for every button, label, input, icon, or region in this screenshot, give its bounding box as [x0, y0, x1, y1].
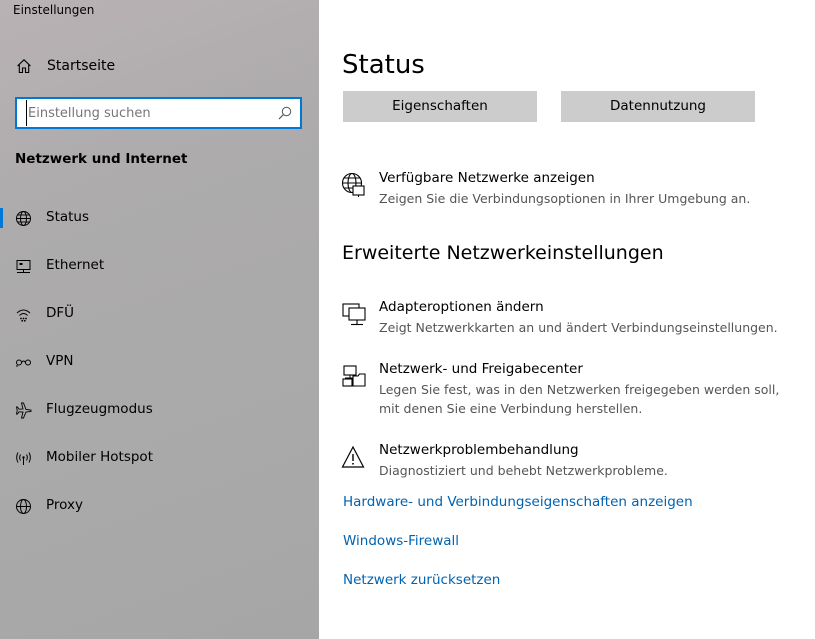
sidebar-item-label: Flugzeugmodus [46, 401, 153, 417]
network-reset-link[interactable]: Netzwerk zurücksetzen [343, 572, 500, 588]
entry-description: Legen Sie fest, was in den Netzwerken fr… [379, 382, 780, 416]
entry-title: Adapteroptionen ändern [379, 299, 544, 315]
selection-indicator [0, 208, 3, 228]
entry-title: Netzwerkproblembehandlung [379, 442, 579, 458]
sidebar-item-label: Mobiler Hotspot [46, 449, 153, 465]
sidebar-item-label: DFÜ [46, 305, 75, 321]
vpn-icon [16, 359, 31, 367]
home-link[interactable]: Startseite [0, 50, 319, 82]
data-usage-button[interactable]: Datennutzung [561, 91, 755, 122]
sidebar-item-ethernet[interactable]: Ethernet [0, 246, 319, 286]
airplane-icon [15, 402, 32, 419]
entry-title: Netzwerk- und Freigabecenter [379, 361, 583, 377]
sidebar-item-vpn[interactable]: VPN [0, 342, 319, 382]
sidebar-item-status[interactable]: Status [0, 198, 319, 238]
sidebar-item-dfu[interactable]: DFÜ [0, 294, 319, 334]
sidebar-item-proxy[interactable]: Proxy [0, 486, 319, 526]
sidebar-item-label: Proxy [46, 497, 83, 513]
search-icon[interactable] [278, 106, 292, 120]
sidebar-item-label: VPN [46, 353, 74, 369]
warning-icon [341, 445, 365, 468]
sidebar-item-label: Status [46, 209, 90, 225]
page-title: Status [342, 50, 425, 80]
entry-description: Zeigen Sie die Verbindungsoptionen in Ih… [379, 191, 751, 206]
search-input[interactable] [26, 100, 276, 126]
sidebar-item-hotspot[interactable]: Mobiler Hotspot [0, 438, 319, 478]
sidebar: Einstellungen Startseite Netzwerk und In… [0, 0, 319, 639]
home-icon [17, 59, 31, 74]
hotspot-icon [16, 452, 31, 465]
sidebar-item-label: Ethernet [46, 257, 105, 273]
advanced-settings-heading: Erweiterte Netzwerkeinstellungen [342, 242, 664, 264]
window-title: Einstellungen [13, 3, 95, 17]
ethernet-icon [16, 260, 31, 273]
globe-network-icon [341, 172, 365, 197]
globe-icon [16, 211, 31, 226]
hardware-properties-link[interactable]: Hardware- und Verbindungseigenschaften a… [343, 494, 693, 510]
globe-icon [16, 499, 31, 514]
search-box[interactable] [15, 97, 302, 129]
properties-button[interactable]: Eigenschaften [343, 91, 537, 122]
main-content: Status Eigenschaften Datennutzung Verfüg… [319, 0, 815, 639]
network-adapter-icon [342, 303, 366, 326]
sharing-center-icon [342, 365, 366, 387]
home-label: Startseite [47, 58, 116, 74]
windows-firewall-link[interactable]: Windows-Firewall [343, 533, 459, 549]
entry-description: Zeigt Netzwerkkarten an und ändert Verbi… [379, 320, 778, 335]
entry-title: Verfügbare Netzwerke anzeigen [379, 170, 595, 186]
sidebar-item-flugzeugmodus[interactable]: Flugzeugmodus [0, 390, 319, 430]
section-title: Netzwerk und Internet [15, 151, 188, 167]
entry-description: Diagnostiziert und behebt Netzwerkproble… [379, 463, 668, 478]
dialup-icon [16, 309, 31, 322]
